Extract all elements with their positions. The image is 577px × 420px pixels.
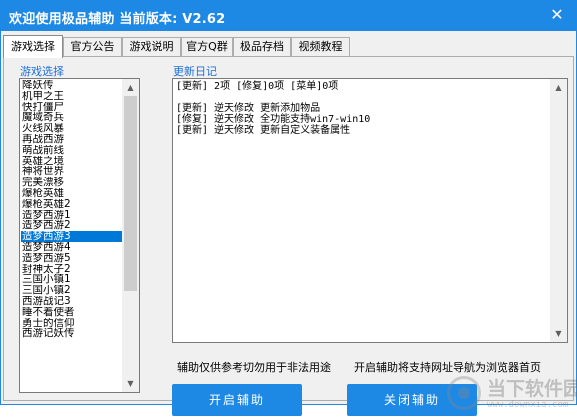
game-list-scrollbar[interactable]: ▲ ▼	[122, 79, 139, 392]
disclaimer-note: 辅助仅供参考切勿用于非法用途	[177, 361, 331, 374]
watermark-text: 当下软件园	[487, 378, 577, 400]
list-item[interactable]: 睡不着使者	[21, 307, 122, 318]
tab-video-tutorials[interactable]: 视频教程	[291, 37, 350, 57]
list-item[interactable]: 萌战前线	[21, 145, 122, 156]
scroll-up-icon[interactable]: ▲	[122, 79, 139, 96]
list-item[interactable]: 西游战记3	[21, 296, 122, 307]
list-item[interactable]: 造梦西游3	[21, 231, 122, 242]
scrollbar-thumb[interactable]	[124, 96, 137, 291]
list-item[interactable]: 机甲之王	[21, 91, 122, 102]
list-item[interactable]: 降妖传	[21, 80, 122, 91]
list-item[interactable]: 魔域奇兵	[21, 112, 122, 123]
log-line: [修复] 逆天修改 全功能支持win7-win10	[176, 114, 371, 125]
close-button[interactable]: ✕	[545, 4, 569, 26]
list-item[interactable]: 造梦西游5	[21, 253, 122, 264]
list-item[interactable]: 造梦西游4	[21, 242, 122, 253]
list-item[interactable]: 爆枪英雄	[21, 188, 122, 199]
title-bar[interactable]: 欢迎使用极品辅助 当前版本: V2.62 ✕	[0, 0, 577, 31]
game-list-items: 降妖传 机甲之王 快打僵尸 魔域奇兵 火线风暴 再战西游 萌战前线 英雄之境 神将世界 完美漂移爆…	[21, 80, 122, 339]
list-item[interactable]: 封神太子2	[21, 264, 122, 275]
update-log-textbox[interactable]: [更新] 2项 [修复]0项 [菜单]0项 [更新] 逆天修改 更新添加物品 [修复…	[172, 78, 568, 343]
start-assist-button[interactable]: 开启辅助	[172, 384, 302, 416]
game-list-label: 游戏选择	[20, 65, 64, 78]
update-log-label: 更新日记	[173, 65, 217, 78]
list-item[interactable]: 火线风暴	[21, 123, 122, 134]
client-area: 游戏选择 官方公告 游戏说明 官方Q群 极品存档 视频教程 游戏选择 降妖传 机甲…	[1, 31, 577, 416]
list-item[interactable]: 勇士的信仰	[21, 318, 122, 329]
tab-panel: 游戏选择 降妖传 机甲之王 快打僵尸 魔域奇兵 火线风暴 再战西游 萌战前线 英雄之境 神将世界…	[3, 56, 577, 416]
tab-game-instructions[interactable]: 游戏说明	[122, 37, 181, 57]
close-icon: ✕	[550, 5, 564, 24]
tab-announcements[interactable]: 官方公告	[63, 37, 122, 57]
homepage-note: 开启辅助将支持网址导航为浏览器首页	[354, 361, 541, 374]
stop-assist-button[interactable]: 关闭辅助	[347, 384, 477, 416]
list-item[interactable]: 快打僵尸	[21, 102, 122, 113]
app-window: 欢迎使用极品辅助 当前版本: V2.62 ✕ 游戏选择 官方公告 游戏说明 官方…	[0, 0, 577, 416]
game-listbox[interactable]: 降妖传 机甲之王 快打僵尸 魔域奇兵 火线风暴 再战西游 萌战前线 英雄之境 神将世界 完美漂移爆…	[19, 78, 140, 393]
scroll-up-icon[interactable]: ▲	[550, 79, 567, 96]
tab-saves[interactable]: 极品存档	[233, 37, 291, 57]
tab-game-select[interactable]: 游戏选择	[3, 35, 63, 58]
list-item[interactable]: 爆枪英雄2	[21, 199, 122, 210]
list-item[interactable]: 三国小镇2	[21, 285, 122, 296]
tab-qq-group[interactable]: 官方Q群	[181, 37, 233, 57]
window-title: 欢迎使用极品辅助 当前版本: V2.62	[9, 12, 226, 27]
list-item[interactable]: 神将世界	[21, 166, 122, 177]
log-line: [更新] 逆天修改 更新添加物品	[176, 103, 321, 114]
list-item[interactable]: 完美漂移	[21, 177, 122, 188]
scroll-down-icon[interactable]: ▼	[122, 375, 139, 392]
update-log-text: [更新] 2项 [修复]0项 [菜单]0项 [更新] 逆天修改 更新添加物品 [修复…	[176, 81, 546, 136]
list-item[interactable]: 西游记妖传	[21, 328, 122, 339]
list-item[interactable]: 三国小镇1	[21, 274, 122, 285]
log-line: [更新] 逆天修改 更新自定义装备属性	[176, 125, 351, 136]
list-item[interactable]: 英雄之境	[21, 156, 122, 167]
watermark-url: www.downxia.com	[487, 400, 569, 410]
scroll-down-icon[interactable]: ▼	[550, 325, 567, 342]
list-item[interactable]: 造梦西游1	[21, 210, 122, 221]
list-item[interactable]: 造梦西游2	[21, 220, 122, 231]
list-item[interactable]: 再战西游	[21, 134, 122, 145]
log-line: [更新] 2项 [修复]0项 [菜单]0项	[176, 81, 339, 92]
update-log-scrollbar[interactable]: ▲ ▼	[550, 79, 567, 342]
